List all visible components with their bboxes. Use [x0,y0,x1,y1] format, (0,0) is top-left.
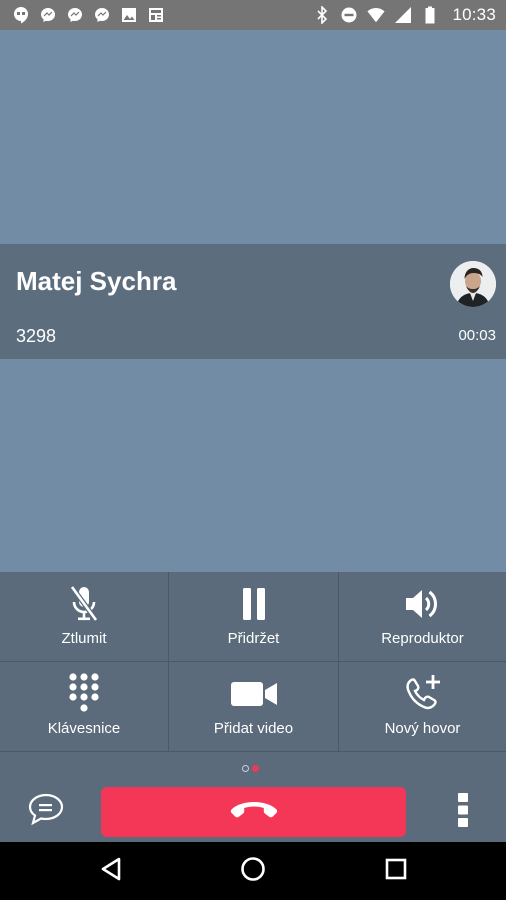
back-button[interactable] [96,856,126,886]
news-icon [147,6,165,24]
more-vertical-icon [457,792,469,833]
dialpad-icon [68,673,100,714]
signal-icon [394,6,412,24]
mic-off-icon [69,584,99,624]
caller-info-bar: Matej Sychra 3298 00:03 [0,244,506,359]
avatar[interactable] [450,261,496,307]
system-icons: 10:33 [313,5,496,25]
hangouts-icon [12,6,30,24]
add-video-label: Přidat video [213,720,294,737]
messenger-icon [66,6,84,24]
mute-label: Ztlumit [61,630,107,647]
hang-up-icon [230,800,278,825]
messenger-icon [39,6,57,24]
recents-button[interactable] [381,856,411,886]
speaker-icon [404,584,442,624]
pause-icon [240,584,268,624]
speaker-label: Reproduktor [381,630,464,647]
home-icon [240,856,266,887]
do-not-disturb-icon [340,6,358,24]
dialpad-button[interactable]: Klávesnice [0,662,169,752]
end-call-button[interactable] [101,787,406,837]
status-bar: 10:33 [0,0,506,30]
call-controls: Ztlumit Přidržet Reproduktor Klávesnice … [0,572,506,752]
more-options-button[interactable] [446,792,480,833]
wifi-icon [367,6,386,24]
new-call-label: Nový hovor [384,720,461,737]
navigation-bar [0,842,506,900]
new-call-button[interactable]: Nový hovor [339,662,506,752]
page-indicator [242,765,259,772]
messenger-icon [93,6,111,24]
video-area-bottom[interactable] [0,359,506,572]
call-timer: 00:03 [458,327,496,344]
add-call-icon [403,674,443,714]
back-icon [99,856,123,887]
battery-icon [421,6,439,24]
chat-icon [27,793,65,830]
video-area-top[interactable] [0,30,506,244]
speaker-button[interactable]: Reproduktor [339,572,506,662]
hold-button[interactable]: Přidržet [169,572,339,662]
home-button[interactable] [238,856,268,886]
hold-label: Přidržet [227,630,280,647]
chat-button[interactable] [26,793,66,830]
image-icon [120,6,138,24]
page-dot-1[interactable] [242,765,249,772]
add-video-button[interactable]: Přidat video [169,662,339,752]
recents-icon [384,857,408,886]
clock: 10:33 [452,5,496,24]
caller-name: Matej Sychra [16,266,177,296]
mute-button[interactable]: Ztlumit [0,572,169,662]
video-camera-icon [230,674,278,714]
notification-icons [12,6,165,24]
call-action-bar [0,752,506,842]
bluetooth-icon [313,6,331,24]
page-dot-2[interactable] [252,765,259,772]
dialpad-label: Klávesnice [47,720,121,737]
caller-number: 3298 [16,326,57,346]
